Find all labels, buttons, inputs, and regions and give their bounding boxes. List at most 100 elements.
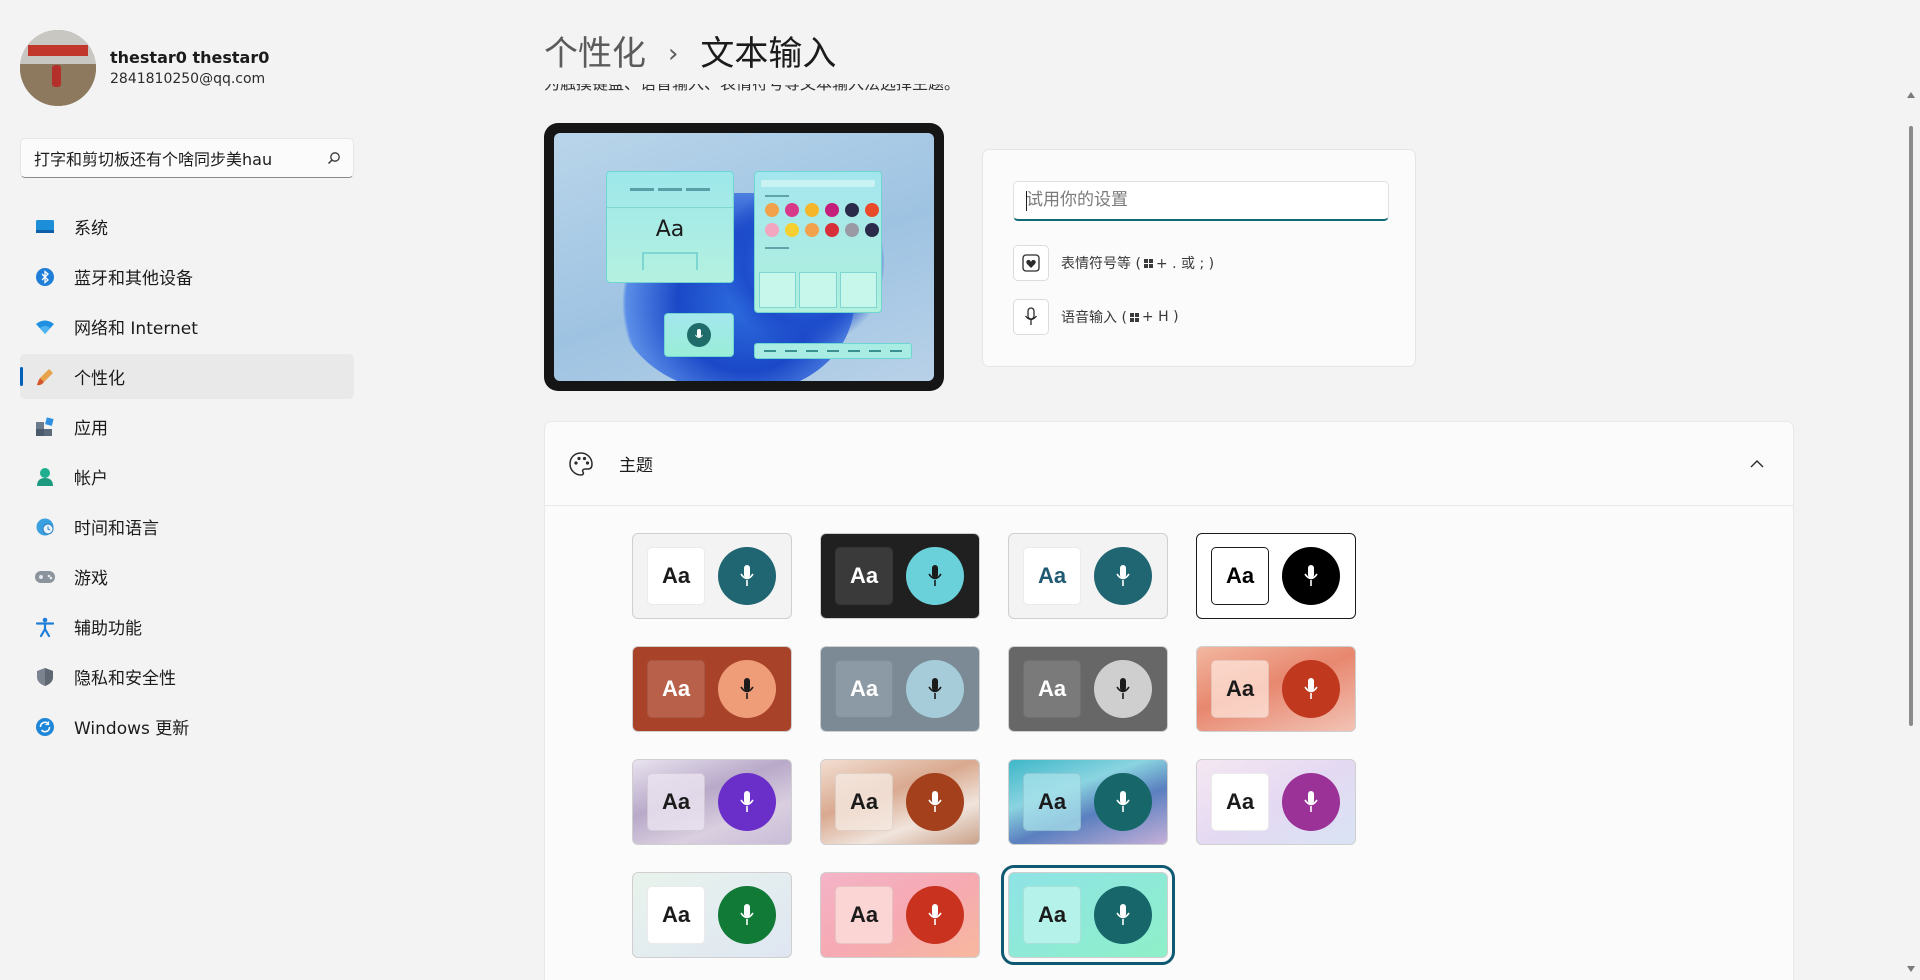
- scroll-up-arrow[interactable]: [1907, 92, 1915, 98]
- theme-tile-sample-text: Aa: [647, 773, 705, 831]
- theme-tile-sample-text: Aa: [1211, 660, 1269, 718]
- nav-item-personalization[interactable]: 个性化: [20, 354, 354, 399]
- scrollbar[interactable]: [1906, 92, 1916, 972]
- theme-tile-sample-text: Aa: [1211, 547, 1269, 605]
- nav-item-system[interactable]: 系统: [20, 204, 354, 249]
- theme-tile[interactable]: Aa: [632, 646, 792, 732]
- voice-button[interactable]: [1013, 299, 1049, 335]
- voice-keys: + H ): [1141, 309, 1179, 325]
- theme-tile-sample-text: Aa: [647, 547, 705, 605]
- search-input[interactable]: 打字和剪切板还有个啥同步美hau: [21, 146, 315, 170]
- nav-item-accounts[interactable]: 帐户: [20, 454, 354, 499]
- nav-item-gaming[interactable]: 游戏: [20, 554, 354, 599]
- theme-tile-sample-text: Aa: [1023, 773, 1081, 831]
- scroll-thumb[interactable]: [1909, 126, 1913, 726]
- theme-tile[interactable]: Aa: [820, 646, 980, 732]
- nav-label: 应用: [74, 419, 108, 439]
- microphone-icon: [1024, 307, 1038, 325]
- monitor-icon: [34, 216, 56, 238]
- nav-label: 系统: [74, 219, 108, 239]
- nav-label: 帐户: [74, 469, 108, 489]
- emoji-button[interactable]: [1013, 245, 1049, 281]
- user-email: 2841810250@qq.com: [110, 71, 266, 87]
- theme-tile[interactable]: Aa: [632, 533, 792, 619]
- nav-item-accessibility[interactable]: 辅助功能: [20, 604, 354, 649]
- nav-label: 隐私和安全性: [74, 669, 176, 689]
- microphone-icon: [906, 660, 964, 718]
- microphone-icon: [1094, 660, 1152, 718]
- theme-preview-tablet: Aa: [544, 123, 944, 391]
- preview-emoji-panel: [754, 171, 882, 313]
- microphone-icon: [1094, 773, 1152, 831]
- theme-tile[interactable]: Aa: [1008, 646, 1168, 732]
- microphone-icon: [718, 660, 776, 718]
- scroll-down-arrow[interactable]: [1907, 966, 1915, 972]
- sidebar: thestar0 thestar0 2841810250@qq.com 打字和剪…: [0, 0, 370, 980]
- nav-label: 时间和语言: [74, 519, 159, 539]
- search-icon[interactable]: [315, 139, 353, 177]
- breadcrumb-separator: ›: [668, 39, 679, 69]
- preview-keyboard-panel: Aa: [606, 171, 734, 283]
- theme-tile-sample-text: Aa: [647, 886, 705, 944]
- try-input[interactable]: 试用你的设置: [1013, 181, 1389, 221]
- nav-label: 辅助功能: [74, 619, 142, 639]
- nav-item-privacy[interactable]: 隐私和安全性: [20, 654, 354, 699]
- theme-tile[interactable]: Aa: [1196, 759, 1356, 845]
- emoji-shortcut-row: 表情符号等 ( + . 或 ; ): [1013, 245, 1214, 281]
- preview-toolbar: [754, 343, 912, 359]
- theme-section: 主题 Aa Aa Aa Aa Aa Aa Aa Aa Aa Aa Aa Aa Aa Aa Aa: [544, 421, 1794, 980]
- microphone-icon: [1094, 547, 1152, 605]
- theme-tile-sample-text: Aa: [835, 660, 893, 718]
- windows-key-icon: [1143, 258, 1153, 268]
- emoji-keys: + . 或 ; ): [1155, 256, 1215, 272]
- theme-tile-sample-text: Aa: [1211, 773, 1269, 831]
- bluetooth-icon: [34, 266, 56, 288]
- theme-tile[interactable]: Aa: [820, 533, 980, 619]
- brush-icon: [34, 366, 56, 388]
- search-box[interactable]: 打字和剪切板还有个啥同步美hau: [20, 138, 354, 178]
- nav-list: 系统 蓝牙和其他设备 网络和 Internet 个性化 应用 帐户 时间和语言: [20, 204, 354, 754]
- theme-tile[interactable]: Aa: [632, 759, 792, 845]
- microphone-icon: [906, 886, 964, 944]
- nav-item-bluetooth[interactable]: 蓝牙和其他设备: [20, 254, 354, 299]
- theme-tile-sample-text: Aa: [647, 660, 705, 718]
- emoji-heart-icon: [1022, 254, 1040, 272]
- microphone-icon: [906, 773, 964, 831]
- gamepad-icon: [34, 566, 56, 588]
- breadcrumb-parent[interactable]: 个性化: [544, 30, 646, 78]
- theme-tile[interactable]: Aa: [1008, 533, 1168, 619]
- theme-tile[interactable]: Aa: [1001, 865, 1175, 965]
- theme-tile-sample-text: Aa: [835, 886, 893, 944]
- theme-tile-sample-text: Aa: [835, 547, 893, 605]
- theme-tile[interactable]: Aa: [820, 872, 980, 958]
- avatar[interactable]: [20, 30, 96, 106]
- nav-label: 网络和 Internet: [74, 319, 198, 339]
- chevron-up-icon[interactable]: [1747, 454, 1767, 474]
- page-title: 文本输入: [700, 34, 837, 74]
- windows-key-icon: [1129, 312, 1139, 322]
- nav-item-time-language[interactable]: 时间和语言: [20, 504, 354, 549]
- voice-label: 语音输入 (: [1061, 310, 1127, 326]
- nav-label: 蓝牙和其他设备: [74, 269, 193, 289]
- theme-tile[interactable]: Aa: [632, 872, 792, 958]
- emoji-label: 表情符号等 (: [1061, 256, 1141, 272]
- nav-item-windows-update[interactable]: Windows 更新: [20, 704, 354, 749]
- microphone-icon: [1094, 886, 1152, 944]
- nav-item-apps[interactable]: 应用: [20, 404, 354, 449]
- user-profile[interactable]: thestar0 thestar0 2841810250@qq.com: [20, 30, 269, 106]
- theme-tile[interactable]: Aa: [1196, 646, 1356, 732]
- theme-tile[interactable]: Aa: [1196, 533, 1356, 619]
- breadcrumb: 个性化 › 文本输入: [544, 30, 836, 78]
- try-settings-card: 试用你的设置 表情符号等 ( + . 或 ; ) 语音输入 ( + H ): [982, 149, 1416, 367]
- theme-tile-sample-text: Aa: [1023, 547, 1081, 605]
- nav-item-network[interactable]: 网络和 Internet: [20, 304, 354, 349]
- theme-tile[interactable]: Aa: [1008, 759, 1168, 845]
- microphone-icon: [1282, 773, 1340, 831]
- microphone-icon: [718, 547, 776, 605]
- theme-section-header[interactable]: 主题: [545, 422, 1793, 506]
- theme-tile[interactable]: Aa: [820, 759, 980, 845]
- globe-clock-icon: [34, 516, 56, 538]
- shield-icon: [34, 666, 56, 688]
- intro-text: 为触摸键盘、语音输入、表情符号等文本输入法选择主题。: [544, 84, 1064, 94]
- accessibility-icon: [34, 616, 56, 638]
